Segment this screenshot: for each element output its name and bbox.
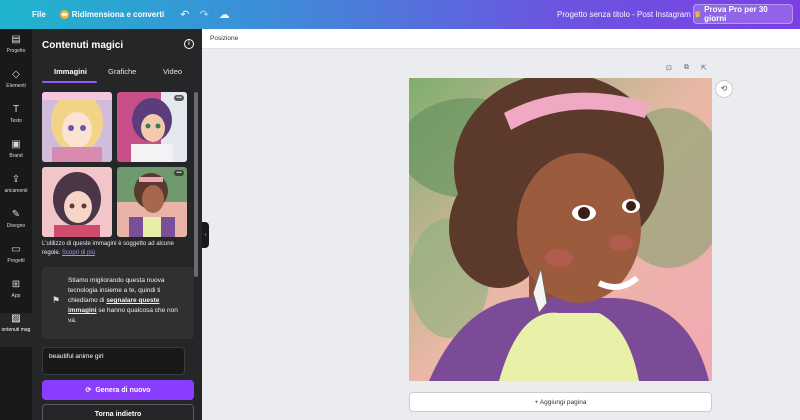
more-options-icon[interactable]: ••• [174,95,184,101]
tab-immagini[interactable]: Immagini [54,67,87,76]
resize-label: Ridimensiona e converti [71,10,165,19]
position-button[interactable]: Posizione [210,35,238,42]
panel-tabs: Immagini Grafiche Video [32,67,202,83]
flag-icon: ⚑ [52,295,61,305]
editor-toolbar: Posizione [202,29,800,49]
rail-item-caricamenti[interactable]: ⇪ aricamenti [0,174,32,208]
rail-label: Progetto [6,48,26,54]
rail-item-app[interactable]: ⊞ App [0,279,32,313]
result-thumbnail-2[interactable]: ••• [117,92,187,162]
feedback-card: ⚑ Stiamo migliorando questa nuova tecnol… [42,267,194,339]
more-options-icon[interactable]: ••• [174,170,184,176]
result-thumbnail-3[interactable] [42,167,112,237]
magic-media-panel: Contenuti magici i Immagini Grafiche Vid… [32,29,202,420]
feedback-text: Stiamo migliorando questa nuova tecnolog… [68,276,188,326]
add-page-icon[interactable]: ⇱ [701,64,707,72]
result-thumbnail-1[interactable] [42,92,112,162]
upload-icon: ⇪ [11,174,21,185]
magic-media-icon: ▨ [11,313,21,324]
generate-again-button[interactable]: ⟳ Genera di nuovo [42,380,194,400]
cloud-sync-icon[interactable]: ☁ [219,8,230,21]
add-page-button[interactable]: + Aggiungi pagina [409,392,712,412]
rail-item-elementi[interactable]: ◇ Elementi [0,69,32,103]
redo-icon[interactable]: ↷ [199,8,208,21]
folder-icon: ▭ [11,244,21,255]
rail-label: Progetti [7,258,25,264]
active-tab-indicator [42,81,97,83]
tab-video[interactable]: Video [163,67,182,76]
regenerate-icon[interactable]: ⟲ [715,80,733,98]
brand-icon: ▣ [11,139,21,150]
prompt-input[interactable]: beautiful anime girl [42,347,185,375]
panel-scrollbar[interactable] [194,92,198,277]
rail-item-brand[interactable]: ▣ Brand [0,139,32,173]
rail-label: aricamenti [4,188,28,194]
result-thumbnail-4[interactable]: ••• [117,167,187,237]
rail-item-progetto[interactable]: ▤ Progetto [0,34,32,68]
resize-button[interactable]: Ridimensiona e converti [59,10,165,19]
document-title[interactable]: Progetto senza titolo - Post Instagram [557,10,691,19]
design-canvas-image[interactable] [409,78,712,381]
left-rail: ▤ Progetto ◇ Elementi T Testo ▣ Brand ⇪ … [0,29,32,420]
lock-icon[interactable]: ⊡ [666,64,672,72]
rail-label: App [11,293,21,299]
rail-label: Testo [10,118,22,124]
refresh-icon: ⟳ [85,387,92,394]
undo-icon[interactable]: ↶ [180,8,189,21]
text-icon: T [12,104,20,115]
rail-item-testo[interactable]: T Testo [0,104,32,138]
duplicate-page-icon[interactable]: ⧉ [684,64,689,72]
info-icon[interactable]: i [184,39,194,49]
apps-icon: ⊞ [11,279,21,290]
learn-more-link[interactable]: Scopri di più [62,250,95,256]
rail-label: ontenuti mag [1,327,31,333]
go-back-button[interactable]: Torna indietro [42,404,194,420]
rail-label: Elementi [6,83,26,89]
generate-again-label: Genera di nuovo [95,386,151,394]
usage-notice: L'utilizzo di queste immagini è soggetto… [42,240,192,258]
try-pro-label: Prova Pro per 30 giorni [704,5,768,23]
top-bar: File Ridimensiona e converti ↶ ↷ ☁ Proge… [0,0,800,29]
panel-title: Contenuti magici [42,40,124,51]
collapse-panel-handle[interactable]: ‹ [202,222,209,248]
file-menu[interactable]: File [32,10,46,19]
tab-grafiche[interactable]: Grafiche [108,67,136,76]
rail-item-contenuti-magici[interactable]: ▨ ontenuti mag [0,313,32,347]
crown-icon [59,10,69,19]
rail-item-progetti[interactable]: ▭ Progetti [0,244,32,278]
crown-icon: ♛ [694,9,702,19]
rail-item-disegno[interactable]: ✎ Disegno [0,209,32,243]
shapes-icon: ◇ [12,69,20,80]
rail-label: Disegno [6,223,26,229]
draw-icon: ✎ [11,209,21,220]
try-pro-button[interactable]: ♛ Prova Pro per 30 giorni [693,4,793,24]
layout-icon: ▤ [11,34,21,45]
rail-label: Brand [9,153,23,159]
